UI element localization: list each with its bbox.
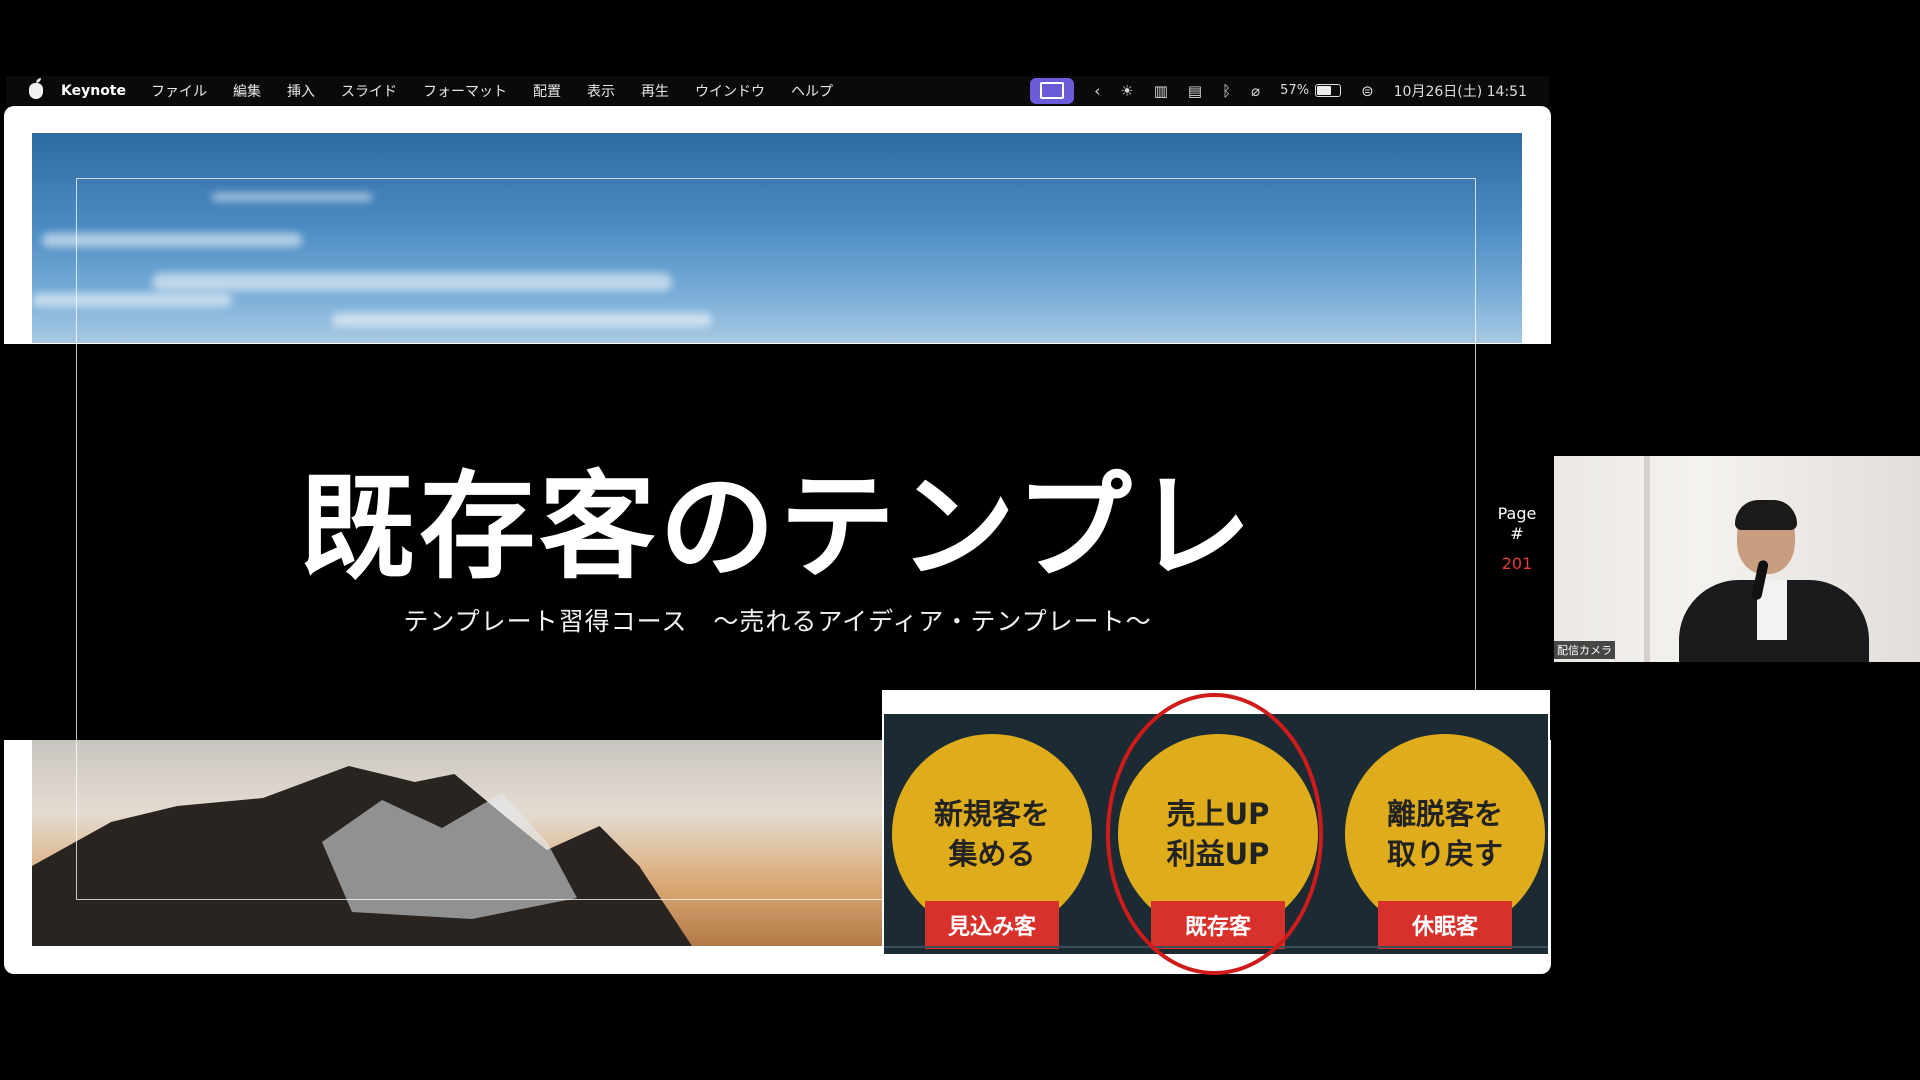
circle-text: 新規客を 集める xyxy=(933,797,1050,871)
menu-format[interactable]: フォーマット xyxy=(423,81,507,101)
tag-label: 見込み客 xyxy=(947,915,1036,940)
menu-file[interactable]: ファイル xyxy=(151,81,207,101)
page-label: Page # xyxy=(1497,504,1537,543)
menu-help[interactable]: ヘルプ xyxy=(791,81,833,101)
circle-text: 離脱客を 取り戻す xyxy=(1386,797,1503,871)
battery-icon xyxy=(1315,84,1342,97)
battery-percent: 57% xyxy=(1280,83,1310,98)
battery-fill xyxy=(1317,86,1331,95)
slide-title: 既存客のテンプレ xyxy=(299,460,1256,595)
page-number: 201 xyxy=(1501,554,1533,573)
slide-subtitle: テンプレート習得コース 〜売れるアイディア・テンプレート〜 xyxy=(403,607,1152,636)
menu-edit[interactable]: 編集 xyxy=(233,81,261,101)
chevron-left-icon[interactable]: ‹ xyxy=(1094,82,1100,100)
camera-label: 配信カメラ xyxy=(1554,641,1615,659)
highlight-ring xyxy=(1106,693,1323,975)
menu-insert[interactable]: 挿入 xyxy=(287,81,315,101)
status-area: ‹ ☀ ▥ ▤ ᛒ ⌀ 57% ⊜ 10月26日(土) 14:51 xyxy=(1030,76,1527,105)
bluetooth-icon[interactable]: ᛒ xyxy=(1222,82,1231,100)
control-center-icon[interactable]: ⊜ xyxy=(1361,82,1374,100)
webcam-feed: 配信カメラ xyxy=(1554,456,1920,662)
menu-clock[interactable]: 10月26日(土) 14:51 xyxy=(1394,81,1527,101)
presenter xyxy=(1679,500,1869,662)
battery-status[interactable]: 57% xyxy=(1280,83,1342,98)
menu-bar: Keynote ファイル 編集 挿入 スライド フォーマット 配置 表示 再生 … xyxy=(6,76,1549,105)
tag-dormant: 休眠客 xyxy=(1378,901,1512,949)
menu-arrange[interactable]: 配置 xyxy=(533,81,561,101)
layout-icon[interactable]: ▥ xyxy=(1154,82,1168,100)
brightness-icon[interactable]: ☀ xyxy=(1120,82,1133,100)
tag-label: 休眠客 xyxy=(1411,915,1478,940)
menu-play[interactable]: 再生 xyxy=(641,81,669,101)
keyboard-icon[interactable]: ▤ xyxy=(1188,82,1202,100)
apple-icon[interactable] xyxy=(29,77,43,99)
wifi-off-icon[interactable]: ⌀ xyxy=(1251,82,1260,100)
menu-view[interactable]: 表示 xyxy=(587,81,615,101)
menu-window[interactable]: ウインドウ xyxy=(695,81,765,101)
tag-prospects: 見込み客 xyxy=(925,901,1059,949)
screen-share-icon[interactable] xyxy=(1030,77,1075,104)
app-name-menu[interactable]: Keynote xyxy=(61,83,126,99)
menu-slide[interactable]: スライド xyxy=(341,81,397,101)
